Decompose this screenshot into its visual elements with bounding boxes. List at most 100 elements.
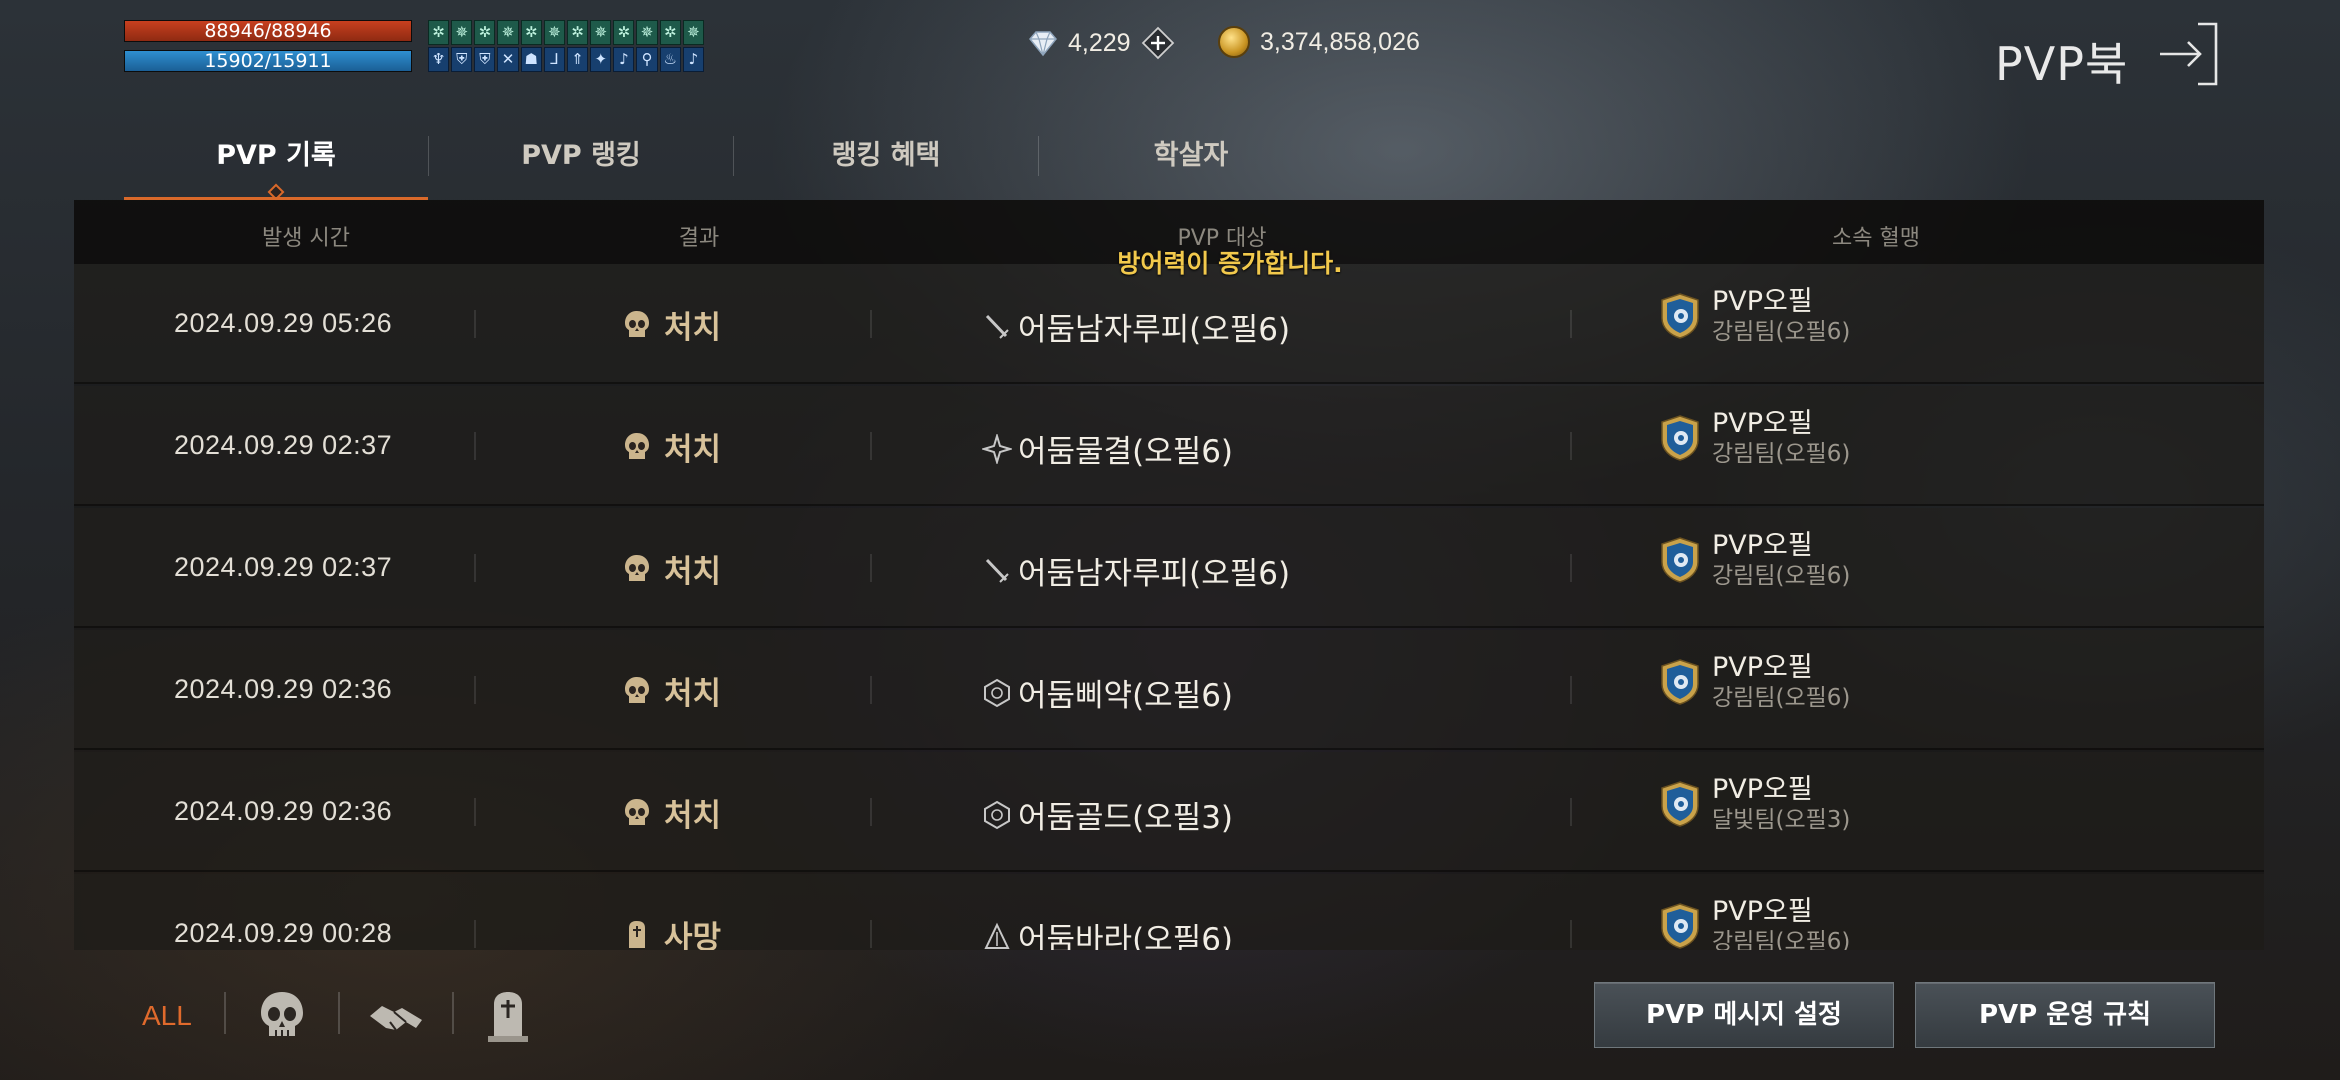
row-result: 처치 [620, 424, 721, 469]
header-result: 결과 [678, 226, 720, 251]
guild-text: PVP오필 강림팀(오필6) [1712, 530, 1850, 590]
guild-name: PVP오필 [1712, 652, 1813, 683]
guild-text: PVP오필 달빛팀(오필3) [1712, 774, 1850, 834]
buff-icon: ✵ [497, 20, 519, 45]
pvp-rules-button[interactable]: PVP 운영 규칙 [1915, 982, 2215, 1048]
skull-icon [625, 676, 649, 703]
exit-icon[interactable] [2158, 22, 2220, 86]
buff-notification: 방어력이 증가합니다. [1117, 249, 1343, 278]
guild-emblem-icon [1661, 659, 1699, 705]
add-diamond-button[interactable] [1141, 26, 1175, 60]
guild-text: PVP오필 강림팀(오필6) [1712, 652, 1850, 712]
guild-emblem-icon [1661, 781, 1699, 827]
tab-pvp-record[interactable]: PVP 기록 [124, 128, 428, 201]
row-target-name: 어둠바라(오필6) [1018, 922, 1234, 950]
active-tab-marker [267, 183, 285, 201]
column-divider [1570, 554, 1572, 582]
header-time: 발생 시간 [262, 226, 350, 251]
guild-name: PVP오필 [1712, 774, 1813, 805]
buff-icon: ✲ [520, 20, 542, 45]
skull-icon [625, 554, 649, 581]
sword-class-icon [985, 558, 1009, 583]
row-time: 2024.09.29 02:37 [174, 430, 393, 460]
buff-icon: ✵ [590, 20, 612, 45]
gold-amount: 3,374,858,026 [1260, 27, 1420, 56]
table-row[interactable]: 2024.09.29 02:36 처치 어둠골드(오필3) PVP오필 달빛팀(오필3) [74, 752, 2264, 872]
filter-divider [452, 992, 454, 1034]
buff-icon: ✦ [590, 47, 612, 72]
filter-divider [224, 992, 226, 1034]
page-title: PVP북 [1995, 37, 2129, 91]
buff-icon: ⇑ [566, 47, 589, 72]
row-result-label: 처치 [664, 310, 722, 346]
table-row[interactable]: 2024.09.29 02:37 처치 어둠물결(오필6) PVP오필 강림팀(오필6) [74, 386, 2264, 506]
tab-slayer[interactable]: 학살자 [1039, 128, 1343, 200]
row-result: 처치 [620, 302, 721, 347]
row-target-name: 어둠남자루피(오필6) [1018, 556, 1291, 592]
guild-team: 달빛팀(오필3) [1712, 807, 1851, 833]
table-row[interactable]: 2024.09.29 02:37 처치 어둠남자루피(오필6) PVP오필 강림팀(오필… [74, 508, 2264, 628]
diamond-counter: 4,229 [1028, 26, 1175, 60]
column-divider [1570, 920, 1572, 948]
row-time: 2024.09.29 02:36 [174, 674, 393, 704]
buff-icon: ♪ [613, 47, 635, 72]
buff-icon: ⛨ [451, 47, 473, 72]
handshake-icon[interactable] [366, 986, 426, 1046]
row-guild: PVP오필 강림팀(오필6) [1658, 408, 1850, 468]
row-result: 사망 [620, 912, 721, 950]
row-guild: PVP오필 강림팀(오필6) [1658, 652, 1850, 712]
skull-icon [625, 432, 649, 459]
row-time: 2024.09.29 00:28 [174, 918, 393, 948]
row-result-label: 사망 [664, 920, 722, 950]
filter-all-button[interactable]: ALL [142, 1000, 192, 1032]
row-result-label: 처치 [664, 554, 722, 590]
row-result-label: 처치 [664, 798, 722, 834]
diamond-icon [1029, 31, 1057, 57]
pvp-message-settings-button[interactable]: PVP 메시지 설정 [1594, 982, 1894, 1048]
column-divider [474, 920, 476, 948]
guild-name: PVP오필 [1712, 530, 1813, 561]
guild-team: 강림팀(오필6) [1712, 319, 1851, 345]
column-divider [474, 554, 476, 582]
buff-icon: ✲ [613, 20, 635, 45]
record-list[interactable]: 2024.09.29 05:26 처치 어둠남자루피(오필6) PVP오필 강림팀(오필… [74, 264, 2264, 950]
column-divider [870, 554, 872, 582]
tombstone-icon[interactable] [478, 986, 538, 1046]
column-divider [1570, 798, 1572, 826]
column-divider [1570, 432, 1572, 460]
buff-icon: ♆ [428, 47, 450, 72]
row-target-name: 어둠물결(오필6) [1018, 434, 1234, 470]
header-guild: 소속 혈맹 [1832, 226, 1920, 251]
shuriken-class-icon [982, 433, 1012, 464]
table-row[interactable]: 2024.09.29 05:26 처치 어둠남자루피(오필6) PVP오필 강림팀(오필… [74, 264, 2264, 384]
tab-pvp-ranking[interactable]: PVP 랭킹 [429, 128, 733, 200]
guild-emblem-icon [1661, 415, 1699, 461]
guild-emblem-icon [1661, 903, 1699, 949]
hood-class-icon [984, 922, 1010, 949]
buff-icon: ♨ [659, 47, 681, 72]
row-time: 2024.09.29 02:37 [174, 552, 393, 582]
guild-name: PVP오필 [1712, 896, 1813, 927]
row-result-label: 처치 [664, 676, 722, 712]
guild-emblem-icon [1661, 537, 1699, 583]
guild-team: 강림팀(오필6) [1712, 563, 1851, 589]
skull-icon[interactable] [252, 986, 312, 1046]
gold-counter: 3,374,858,026 [1218, 26, 1420, 58]
mp-bar: 15902/15911 [124, 50, 412, 72]
buff-icon: ⚲ [636, 47, 658, 72]
guild-text: PVP오필 강림팀(오필6) [1712, 286, 1850, 346]
row-target: 어둠물결(오필6) [982, 426, 1233, 471]
row-target-name: 어둠남자루피(오필6) [1018, 312, 1291, 348]
hp-bar: 88946/88946 [124, 20, 412, 42]
column-divider [474, 432, 476, 460]
buff-icon: ☗ [520, 47, 542, 72]
table-row[interactable]: 2024.09.29 02:36 처치 어둠삐약(오필6) PVP오필 강림팀(오필6) [74, 630, 2264, 750]
row-time: 2024.09.29 05:26 [174, 308, 393, 338]
table-row[interactable]: 2024.09.29 00:28 사망 어둠바라(오필6) PVP오필 강림팀(오필6) [74, 874, 2264, 950]
row-target-name: 어둠골드(오필3) [1018, 800, 1234, 836]
buff-icon: ✲ [474, 20, 496, 45]
tab-bar: PVP 기록 PVP 랭킹 랭킹 혜택 학살자 [124, 128, 1343, 201]
buff-icons: ✲ ✵ ✲ ✵ ✲ ✵ ✲ ✵ ✲ ✵ ✲ ✵ ♆ ⛨ ⛨ ✕ ☗ ⅃ ⇑ ✦ ♪ ⚲ ♨ ♪ [428, 20, 704, 72]
buff-icon: ✵ [451, 20, 473, 45]
tab-ranking-benefits[interactable]: 랭킹 혜택 [734, 128, 1038, 200]
